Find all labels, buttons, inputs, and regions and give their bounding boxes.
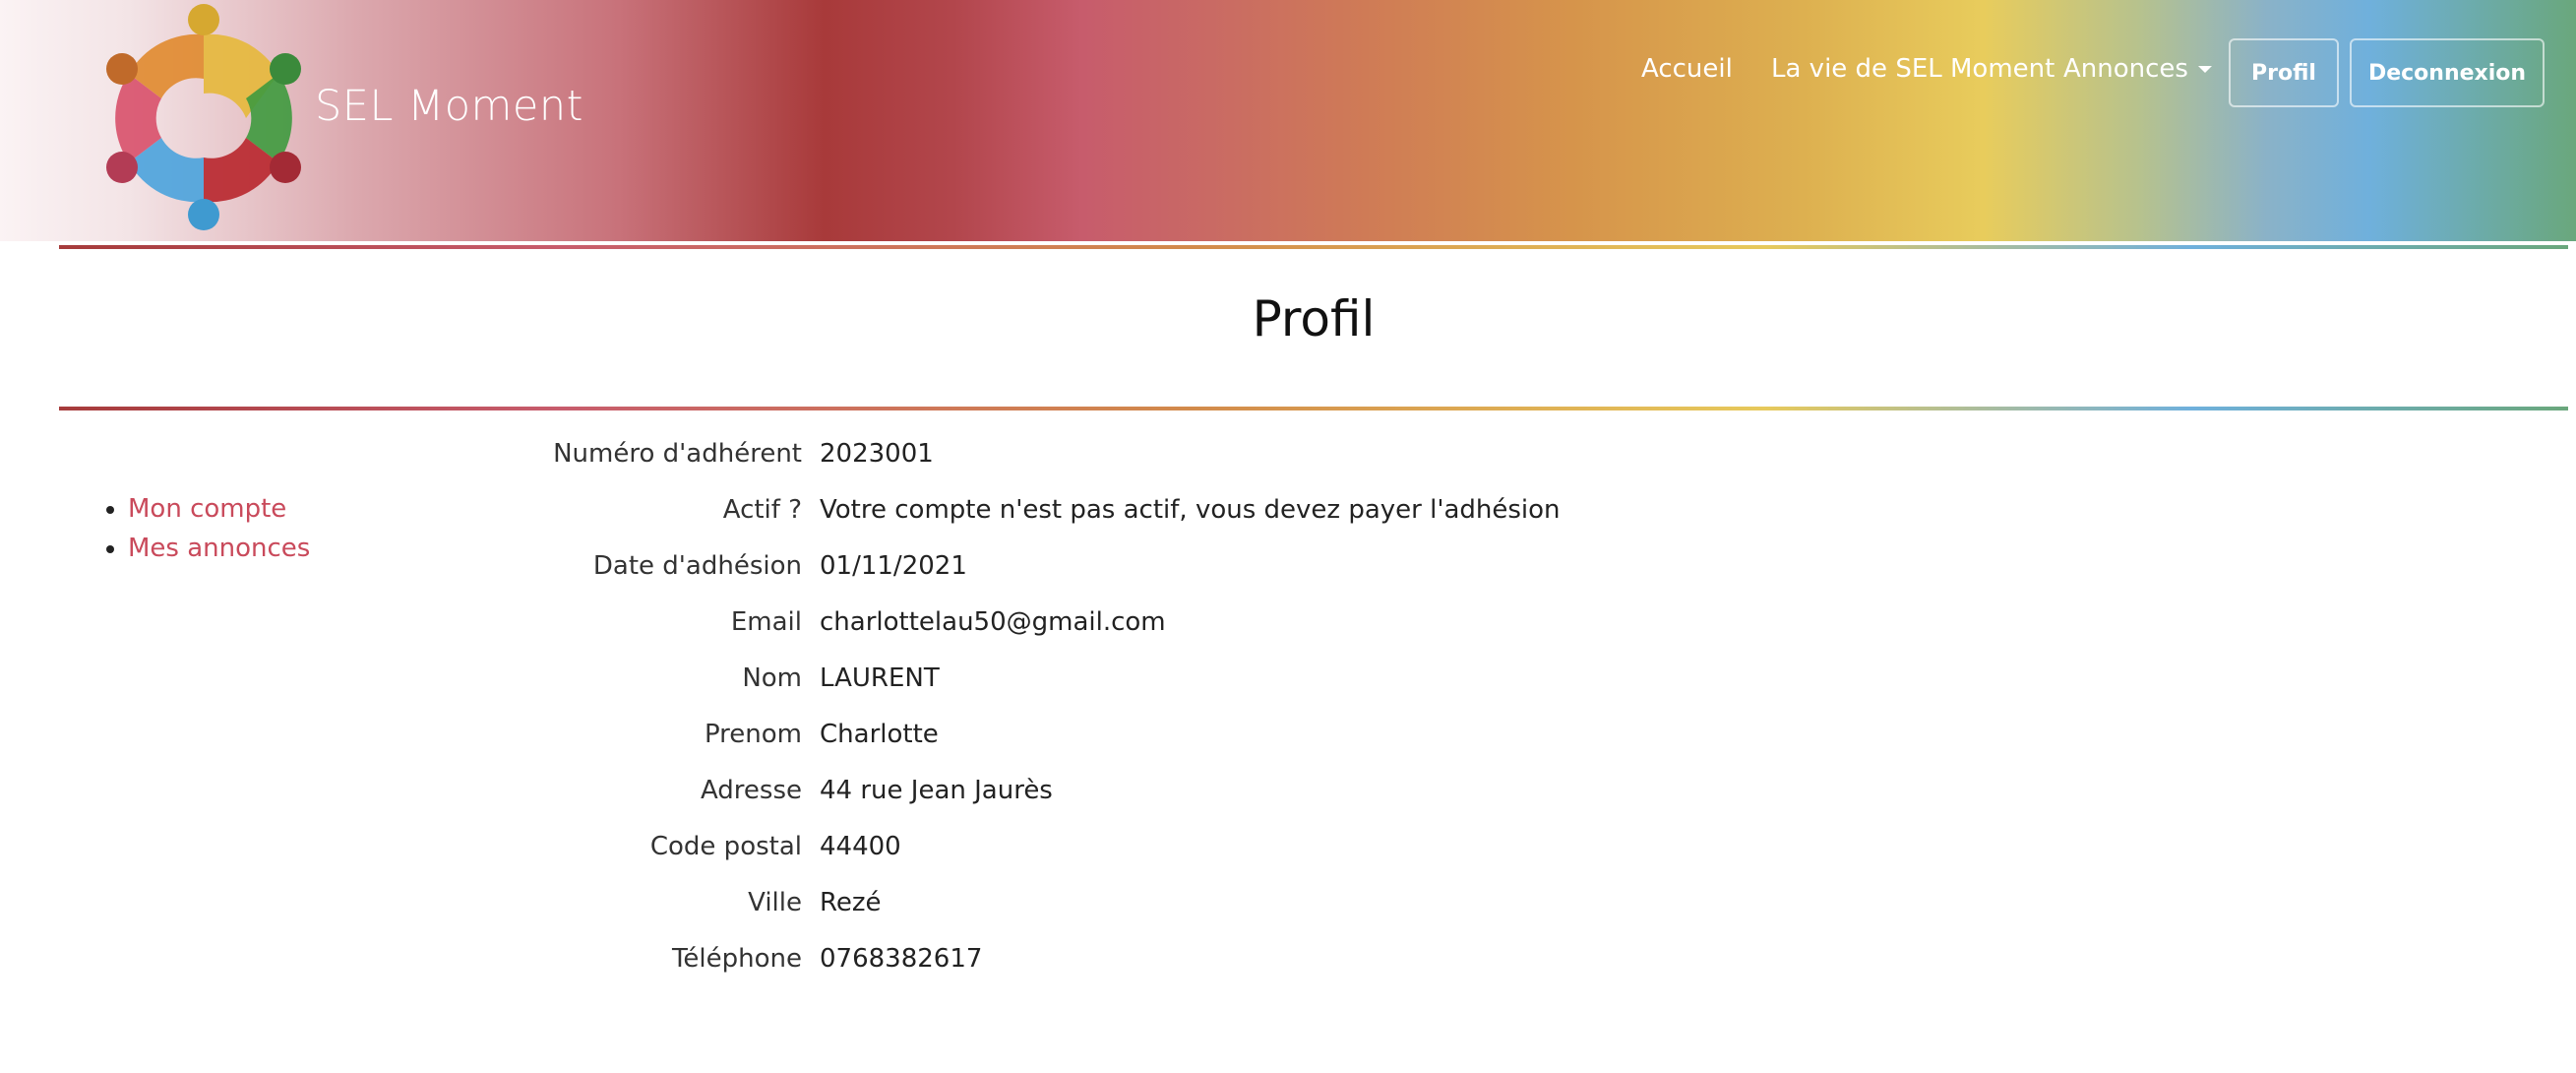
- nav-annonces-dropdown[interactable]: Annonces: [2063, 54, 2212, 84]
- mon-compte-link[interactable]: Mon compte: [128, 494, 286, 524]
- field-value: 01/11/2021: [820, 551, 967, 581]
- field-label: Adresse: [700, 776, 802, 805]
- field-value: 2023001: [820, 439, 934, 469]
- field-label: Code postal: [649, 832, 802, 861]
- field-value: LAURENT: [820, 663, 940, 693]
- profil-button[interactable]: Profil: [2229, 38, 2339, 107]
- field-label: Ville: [748, 888, 802, 917]
- profile-sidebar: Mon compte Mes annonces: [98, 489, 310, 568]
- mes-annonces-link[interactable]: Mes annonces: [128, 534, 310, 563]
- brand-name[interactable]: SEL Moment: [315, 82, 583, 131]
- field-value: 44 rue Jean Jaurès: [820, 776, 1053, 805]
- field-label: Date d'adhésion: [592, 551, 802, 581]
- field-label: Téléphone: [671, 944, 802, 974]
- deconnexion-button[interactable]: Deconnexion: [2350, 38, 2545, 107]
- rainbow-divider-bottom: [59, 407, 2568, 410]
- field-value: 0768382617: [820, 944, 983, 974]
- nav-annonces-label: Annonces: [2063, 54, 2188, 84]
- field-label: Prenom: [704, 720, 802, 749]
- field-label: Email: [730, 607, 802, 637]
- field-value: Votre compte n'est pas actif, vous devez…: [820, 495, 1561, 525]
- field-value: charlottelau50@gmail.com: [820, 607, 1166, 637]
- chevron-down-icon: [2197, 66, 2212, 73]
- field-label: Actif ?: [722, 495, 802, 525]
- field-label: Nom: [742, 663, 802, 693]
- nav-vie-sel-moment[interactable]: La vie de SEL Moment: [1771, 54, 2055, 84]
- nav-accueil[interactable]: Accueil: [1641, 54, 1733, 84]
- field-value: Rezé: [820, 888, 882, 917]
- page-title: Profil: [1252, 290, 1376, 347]
- sel-moment-logo-icon[interactable]: [98, 0, 310, 236]
- field-label: Numéro d'adhérent: [553, 439, 802, 469]
- field-value: 44400: [820, 832, 901, 861]
- field-value: Charlotte: [820, 720, 939, 749]
- rainbow-divider-top: [59, 245, 2568, 249]
- sidebar-item-mes-annonces: Mes annonces: [128, 529, 310, 568]
- sidebar-item-mon-compte: Mon compte: [128, 489, 310, 529]
- site-header: SEL Moment Accueil La vie de SEL Moment …: [0, 0, 2576, 241]
